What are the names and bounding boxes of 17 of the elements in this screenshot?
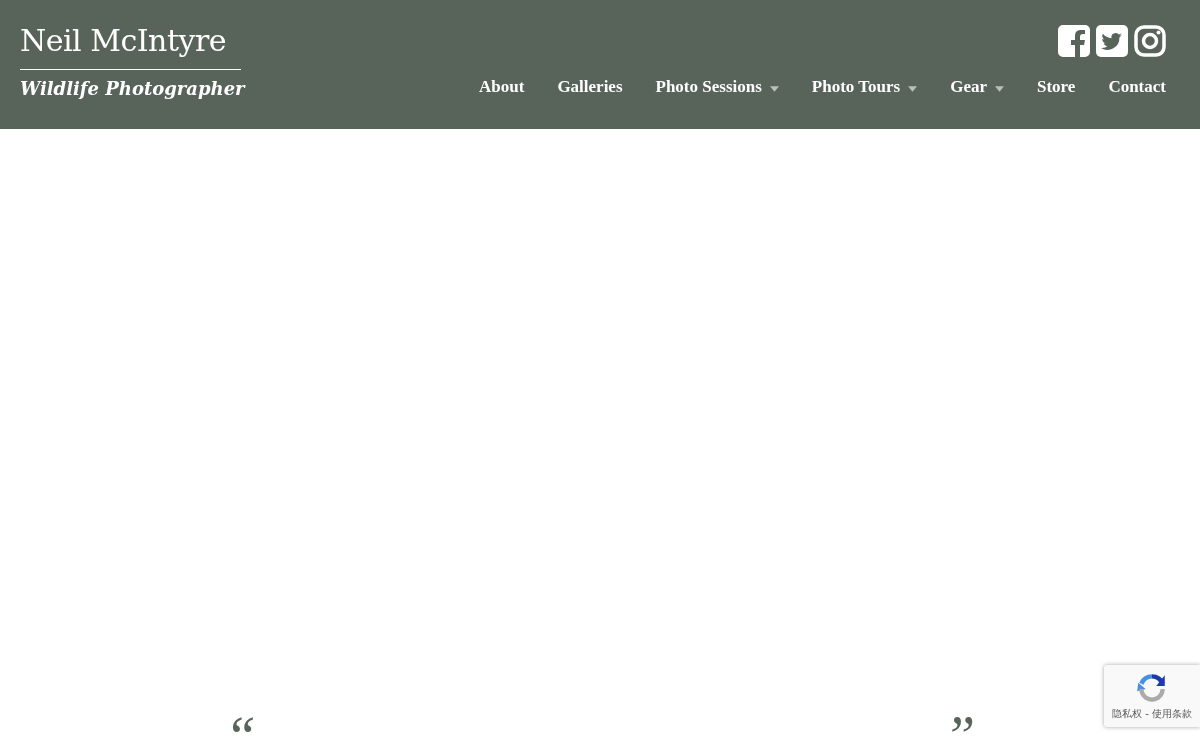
- caret-icon: [995, 85, 1004, 92]
- nav-link[interactable]: About: [479, 77, 525, 97]
- caret-icon: [769, 85, 779, 92]
- close-quote-mark: ”: [944, 711, 976, 740]
- facebook-icon[interactable]: [1058, 25, 1090, 57]
- nav-link[interactable]: Galleries: [557, 77, 623, 97]
- caret-icon: [908, 85, 918, 92]
- nav-link[interactable]: Photo Tours: [811, 77, 918, 97]
- nav-link[interactable]: Gear: [950, 77, 1004, 97]
- site-title[interactable]: Neil McIntyre: [20, 22, 242, 60]
- open-quote-mark: “: [224, 711, 256, 740]
- twitter-icon[interactable]: [1096, 25, 1128, 57]
- nav-link[interactable]: Store: [1037, 77, 1076, 97]
- privacy-terms-link[interactable]: 隐私权 - 使用条款: [1112, 707, 1192, 721]
- nav-link[interactable]: Photo Sessions: [655, 77, 779, 97]
- nav-link[interactable]: Contact: [1108, 77, 1166, 97]
- instagram-icon[interactable]: [1134, 25, 1166, 57]
